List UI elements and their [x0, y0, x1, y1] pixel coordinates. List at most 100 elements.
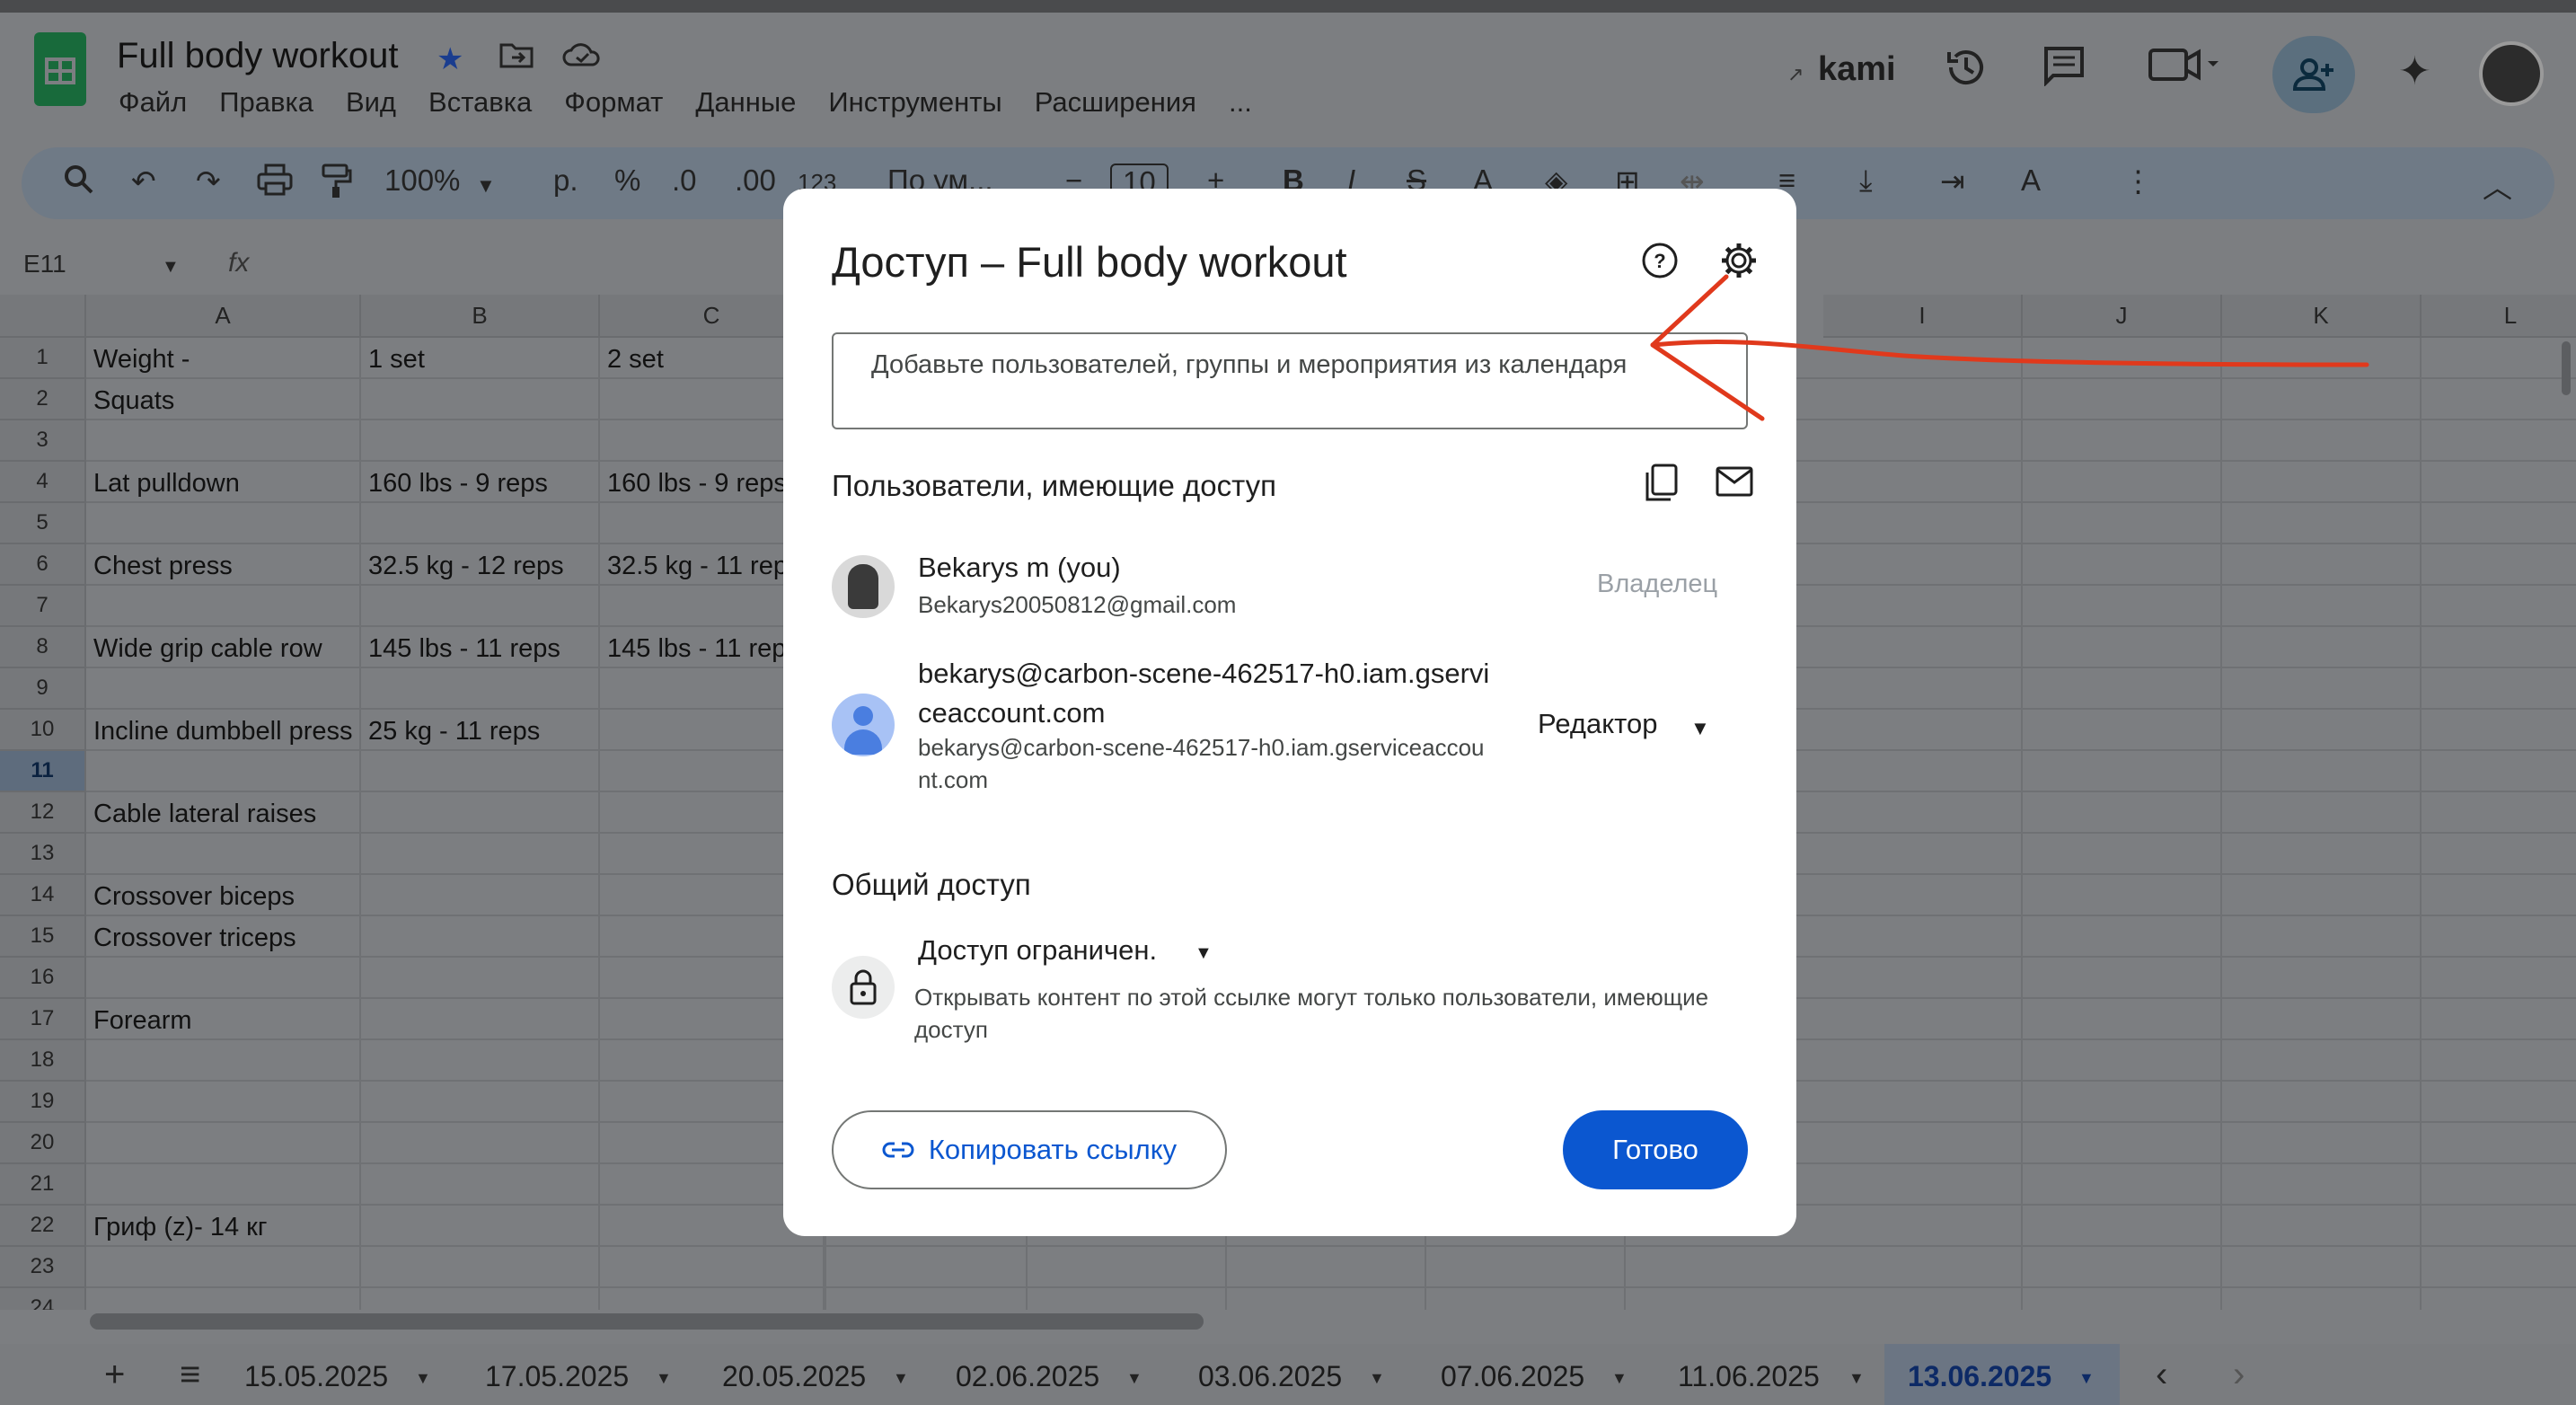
table-cell[interactable]: 145 lbs - 11 reps: [368, 634, 625, 664]
all-sheets-button[interactable]: ≡: [180, 1355, 200, 1395]
align-vertical-icon[interactable]: ⤓: [1859, 163, 1873, 199]
video-call-icon[interactable]: [2148, 45, 2220, 93]
sheet-tab[interactable]: 17.05.2025: [485, 1360, 629, 1393]
currency-format-button[interactable]: р.: [553, 163, 578, 198]
name-box-dropdown-icon[interactable]: ▼: [162, 257, 180, 278]
row-header[interactable]: 22: [0, 1206, 86, 1247]
table-cell[interactable]: Cable lateral raises: [93, 800, 386, 829]
row-header[interactable]: 23: [0, 1247, 86, 1288]
table-cell[interactable]: 160 lbs - 9 reps: [368, 469, 625, 499]
row-header[interactable]: 2: [0, 379, 86, 420]
table-cell[interactable]: Гриф (z)- 14 кг: [93, 1213, 386, 1242]
undo-icon[interactable]: ↶: [131, 163, 156, 199]
tab-menu-dropdown-icon[interactable]: ▼: [893, 1369, 909, 1388]
text-wrap-icon[interactable]: ⇥: [1940, 163, 1965, 199]
paint-format-icon[interactable]: [322, 163, 352, 207]
table-cell[interactable]: 1 set: [368, 345, 625, 375]
vertical-scrollbar[interactable]: [2562, 341, 2571, 395]
search-icon[interactable]: [63, 163, 95, 203]
menu-tools[interactable]: Инструменты: [828, 86, 1001, 119]
row-header[interactable]: 17: [0, 999, 86, 1040]
add-sheet-button[interactable]: +: [104, 1355, 125, 1395]
menu-extensions[interactable]: Расширения: [1035, 86, 1196, 119]
email-icon[interactable]: [1716, 465, 1753, 506]
zoom-dropdown-icon[interactable]: ▼: [476, 174, 496, 198]
menu-insert[interactable]: Вставка: [428, 86, 532, 119]
access-dropdown-icon[interactable]: ▼: [1195, 943, 1213, 964]
row-header[interactable]: 10: [0, 710, 86, 751]
sheet-tab[interactable]: 20.05.2025: [722, 1360, 866, 1393]
row-header[interactable]: 3: [0, 420, 86, 462]
sheet-tab[interactable]: 11.06.2025: [1678, 1360, 1820, 1393]
table-cell[interactable]: Crossover triceps: [93, 923, 386, 953]
table-cell[interactable]: Crossover biceps: [93, 882, 386, 912]
row-header[interactable]: 9: [0, 668, 86, 710]
percent-format-button[interactable]: %: [614, 163, 640, 198]
sparkle-icon[interactable]: ✦: [2398, 49, 2431, 94]
table-cell[interactable]: Weight -: [93, 345, 386, 375]
name-box[interactable]: E11: [23, 250, 66, 278]
column-header[interactable]: L: [2422, 295, 2576, 338]
row-header[interactable]: 20: [0, 1123, 86, 1164]
role-dropdown-icon[interactable]: ▼: [1690, 717, 1710, 740]
select-all-corner[interactable]: [0, 295, 86, 338]
add-people-input[interactable]: Добавьте пользователей, группы и меропри…: [832, 332, 1748, 429]
horizontal-scrollbar[interactable]: [90, 1313, 1204, 1330]
column-header[interactable]: B: [361, 295, 600, 338]
table-cell[interactable]: 32.5 kg - 12 reps: [368, 552, 625, 581]
row-header[interactable]: 24: [0, 1288, 86, 1310]
row-header[interactable]: 6: [0, 544, 86, 586]
tab-menu-dropdown-icon[interactable]: ▼: [1611, 1369, 1628, 1388]
table-cell[interactable]: 25 kg - 11 reps: [368, 717, 625, 747]
table-cell[interactable]: Chest press: [93, 552, 386, 581]
collapse-toolbar-icon[interactable]: ︿: [2483, 163, 2512, 207]
row-header[interactable]: 1: [0, 338, 86, 379]
sheet-tab[interactable]: 03.06.2025: [1198, 1360, 1342, 1393]
zoom-select[interactable]: 100%: [384, 163, 460, 198]
row-header[interactable]: 7: [0, 586, 86, 627]
row-header[interactable]: 21: [0, 1164, 86, 1206]
sheet-tab[interactable]: 07.06.2025: [1441, 1360, 1584, 1393]
increase-decimal-button[interactable]: .00: [735, 163, 776, 198]
menu-view[interactable]: Вид: [346, 86, 396, 119]
row-header[interactable]: 15: [0, 916, 86, 958]
row-header[interactable]: 19: [0, 1082, 86, 1123]
row-header[interactable]: 14: [0, 875, 86, 916]
tab-menu-dropdown-icon[interactable]: ▼: [1126, 1369, 1142, 1388]
row-header[interactable]: 12: [0, 792, 86, 834]
sheets-logo-icon[interactable]: [34, 32, 86, 106]
table-cell[interactable]: Lat pulldown: [93, 469, 386, 499]
row-header[interactable]: 18: [0, 1040, 86, 1082]
menu-data[interactable]: Данные: [695, 86, 796, 119]
sheet-tab[interactable]: 13.06.2025: [1908, 1360, 2051, 1393]
decrease-decimal-button[interactable]: .0: [672, 163, 697, 198]
row-header[interactable]: 5: [0, 503, 86, 544]
row-header[interactable]: 13: [0, 834, 86, 875]
menu-format[interactable]: Формат: [564, 86, 663, 119]
tab-menu-dropdown-icon[interactable]: ▼: [1369, 1369, 1385, 1388]
tabs-scroll-left-icon[interactable]: ‹: [2156, 1355, 2167, 1395]
tab-menu-dropdown-icon[interactable]: ▼: [2078, 1369, 2095, 1388]
row-header[interactable]: 4: [0, 462, 86, 503]
table-cell[interactable]: Wide grip cable row: [93, 634, 386, 664]
row-header[interactable]: 11: [0, 751, 86, 792]
menu-edit[interactable]: Правка: [219, 86, 313, 119]
more-options-icon[interactable]: ⋮: [2123, 163, 2153, 199]
sheet-tab[interactable]: 15.05.2025: [244, 1360, 388, 1393]
folder-move-icon[interactable]: [499, 41, 534, 76]
tab-menu-dropdown-icon[interactable]: ▼: [656, 1369, 672, 1388]
share-button[interactable]: [2272, 36, 2355, 113]
account-avatar[interactable]: [2479, 41, 2544, 106]
text-rotation-icon[interactable]: A: [2021, 163, 2041, 198]
done-button[interactable]: Готово: [1563, 1110, 1748, 1189]
comments-icon[interactable]: [2042, 45, 2086, 95]
tab-menu-dropdown-icon[interactable]: ▼: [1848, 1369, 1865, 1388]
table-cell[interactable]: Incline dumbbell press: [93, 717, 386, 747]
tabs-scroll-right-icon[interactable]: ›: [2233, 1355, 2245, 1395]
table-cell[interactable]: Squats: [93, 386, 386, 416]
kami-extension[interactable]: kami: [1818, 50, 1896, 89]
access-level-dropdown[interactable]: Доступ ограничен.: [918, 934, 1157, 967]
copy-emails-icon[interactable]: [1644, 464, 1680, 512]
cloud-status-icon[interactable]: [562, 41, 602, 76]
tab-menu-dropdown-icon[interactable]: ▼: [415, 1369, 431, 1388]
